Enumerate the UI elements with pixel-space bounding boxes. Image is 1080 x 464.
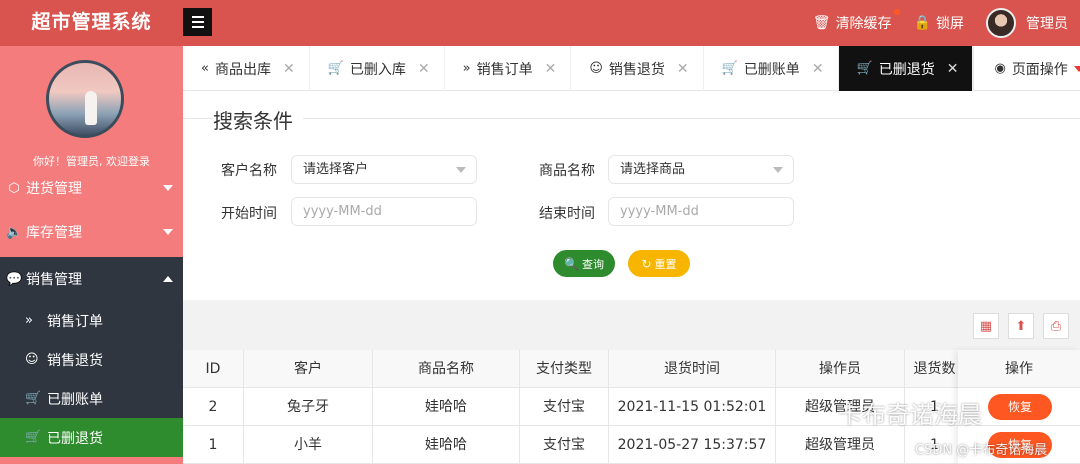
start-time-input[interactable]: yyyy-MM-dd — [291, 197, 477, 226]
col-header-qty[interactable]: 退货数 — [905, 350, 965, 388]
cart-icon: 🛒 — [25, 391, 42, 406]
start-time-label: 开始时间 — [221, 206, 277, 222]
clear-cache-button[interactable]: 🗑 清除缓存 — [812, 9, 900, 33]
sidebar-item-deleted-bills[interactable]: 🛒 已删账单 — [0, 379, 183, 418]
target-icon: ◉ — [994, 61, 1006, 76]
sidebar-item-purchase[interactable]: ⬡ 进货管理 — [0, 166, 183, 210]
goods-select[interactable]: 请选择商品 — [608, 155, 794, 184]
header-actions: 🗑 清除缓存 🔒 锁屏 管理员 — [813, 0, 1080, 46]
user-icon: ☺ — [25, 352, 39, 367]
lock-icon: 🔒 — [913, 15, 931, 31]
chat-icon: 💬 — [6, 271, 23, 287]
col-header-operator[interactable]: 操作员 — [776, 350, 905, 388]
export-icon: ⬆ — [1015, 318, 1027, 334]
col-header-time[interactable]: 退货时间 — [609, 350, 776, 388]
top-header: 超市管理系统 🗑 清除缓存 🔒 锁屏 管理员 — [0, 0, 1080, 46]
notification-dot — [893, 9, 900, 15]
avatar — [46, 60, 124, 138]
close-icon[interactable]: ✕ — [812, 61, 824, 77]
user-icon: ☺ — [589, 61, 603, 76]
cart-icon: 🛒 — [25, 430, 42, 445]
col-header-pay[interactable]: 支付类型 — [520, 350, 609, 388]
restore-button[interactable]: 恢复 — [988, 394, 1052, 420]
chevron-down-icon — [163, 229, 173, 235]
tab-deleted-returns[interactable]: 🛒 已删退货 ✕ — [838, 46, 974, 91]
sales-submenu: » 销售订单 ☺ 销售退货 🛒 已删账单 🛒 已删退货 — [0, 301, 183, 457]
search-icon: 🔍 — [564, 256, 579, 271]
cart-icon: 🛒 — [856, 61, 873, 76]
close-icon[interactable]: ✕ — [418, 61, 430, 77]
chevron-down-icon — [163, 185, 173, 191]
tab-sales-returns[interactable]: ☺ 销售退货 ✕ — [571, 46, 704, 91]
sidebar-item-sales-orders[interactable]: » 销售订单 — [0, 301, 183, 340]
end-time-input[interactable]: yyyy-MM-dd — [608, 197, 794, 226]
speaker-icon: 🔈 — [6, 224, 23, 240]
hamburger-icon — [191, 16, 204, 18]
page-operations-menu[interactable]: ◉ 页面操作 — [973, 46, 1080, 91]
lock-screen-button[interactable]: 🔒 锁屏 — [914, 13, 964, 33]
cube-icon: ⬡ — [8, 180, 20, 196]
export-button[interactable]: ⬆ — [1008, 313, 1034, 339]
refresh-icon: ↻ — [641, 256, 652, 271]
tab-bar: « 商品出库 ✕ 🛒 已删入库 ✕ » 销售订单 ✕ ☺ 销售退货 ✕ 🛒 已删… — [183, 46, 1080, 91]
print-icon: ⎙ — [1050, 318, 1062, 334]
col-header-customer[interactable]: 客户 — [244, 350, 373, 388]
caret-down-icon — [1073, 65, 1080, 72]
close-icon[interactable]: ✕ — [545, 61, 557, 77]
search-legend: 搜索条件 — [213, 105, 303, 134]
sidebar-item-sales[interactable]: 💬 销售管理 — [0, 257, 183, 301]
menu-toggle-button[interactable] — [183, 8, 212, 36]
chevron-down-icon — [773, 167, 783, 173]
app-title: 超市管理系统 — [0, 0, 183, 46]
close-icon[interactable]: ✕ — [677, 61, 689, 77]
query-button[interactable]: 🔍 查询 — [553, 250, 615, 277]
print-button[interactable]: ⎙ — [1043, 313, 1069, 339]
reset-button[interactable]: ↻ 重置 — [628, 250, 690, 277]
search-panel: 搜索条件 客户名称 请选择客户 商品名称 请选择商品 开始时间 yyyy-MM-… — [183, 91, 1080, 300]
tab-deleted-in[interactable]: 🛒 已删入库 ✕ — [310, 46, 445, 91]
double-chevron-icon: » — [25, 313, 33, 328]
sidebar: 你好！管理员, 欢迎登录 ⬡ 进货管理 🔈 库存管理 💬 销售管理 » 销售订单… — [0, 46, 183, 464]
columns-icon: ▦ — [979, 318, 993, 334]
trash-icon: 🗑 — [812, 15, 831, 31]
tab-deleted-bills[interactable]: 🛒 已删账单 ✕ — [704, 46, 839, 91]
divider — [183, 118, 1080, 119]
double-chevron-icon: » — [462, 61, 471, 76]
watermark: 卡布奇诺海晨 — [838, 401, 982, 429]
user-menu[interactable]: 管理员 — [986, 8, 1068, 38]
col-header-goods[interactable]: 商品名称 — [373, 350, 520, 388]
cart-icon: 🛒 — [327, 61, 344, 76]
sidebar-item-inventory[interactable]: 🔈 库存管理 — [0, 210, 183, 254]
profile-area: 你好！管理员, 欢迎登录 — [0, 46, 183, 171]
chevron-down-icon — [456, 167, 466, 173]
tab-sales-orders[interactable]: » 销售订单 ✕ — [445, 46, 572, 91]
col-header-id[interactable]: ID — [183, 350, 244, 388]
close-icon[interactable]: ✕ — [947, 61, 959, 77]
cart-icon: 🛒 — [721, 61, 738, 76]
column-filter-button[interactable]: ▦ — [973, 313, 999, 339]
col-header-operations: 操作 — [958, 350, 1080, 388]
double-chevron-left-icon: « — [201, 61, 209, 76]
sidebar-item-sales-returns[interactable]: ☺ 销售退货 — [0, 340, 183, 379]
table-toolbar: ▦ ⬆ ⎙ — [183, 300, 1080, 350]
customer-label: 客户名称 — [221, 163, 277, 179]
table-header-row: ID 客户 商品名称 支付类型 退货时间 操作员 退货数 — [183, 350, 1080, 388]
chevron-up-icon — [163, 276, 173, 282]
header-avatar — [986, 8, 1016, 38]
end-time-label: 结束时间 — [539, 206, 595, 222]
tab-goods-out[interactable]: « 商品出库 ✕ — [183, 46, 310, 91]
close-icon[interactable]: ✕ — [283, 61, 295, 77]
customer-select[interactable]: 请选择客户 — [291, 155, 477, 184]
goods-label: 商品名称 — [539, 163, 595, 179]
watermark-csdn: CSDN @卡布奇诺海晨 — [915, 443, 1048, 458]
sidebar-item-deleted-returns[interactable]: 🛒 已删退货 — [0, 418, 183, 457]
